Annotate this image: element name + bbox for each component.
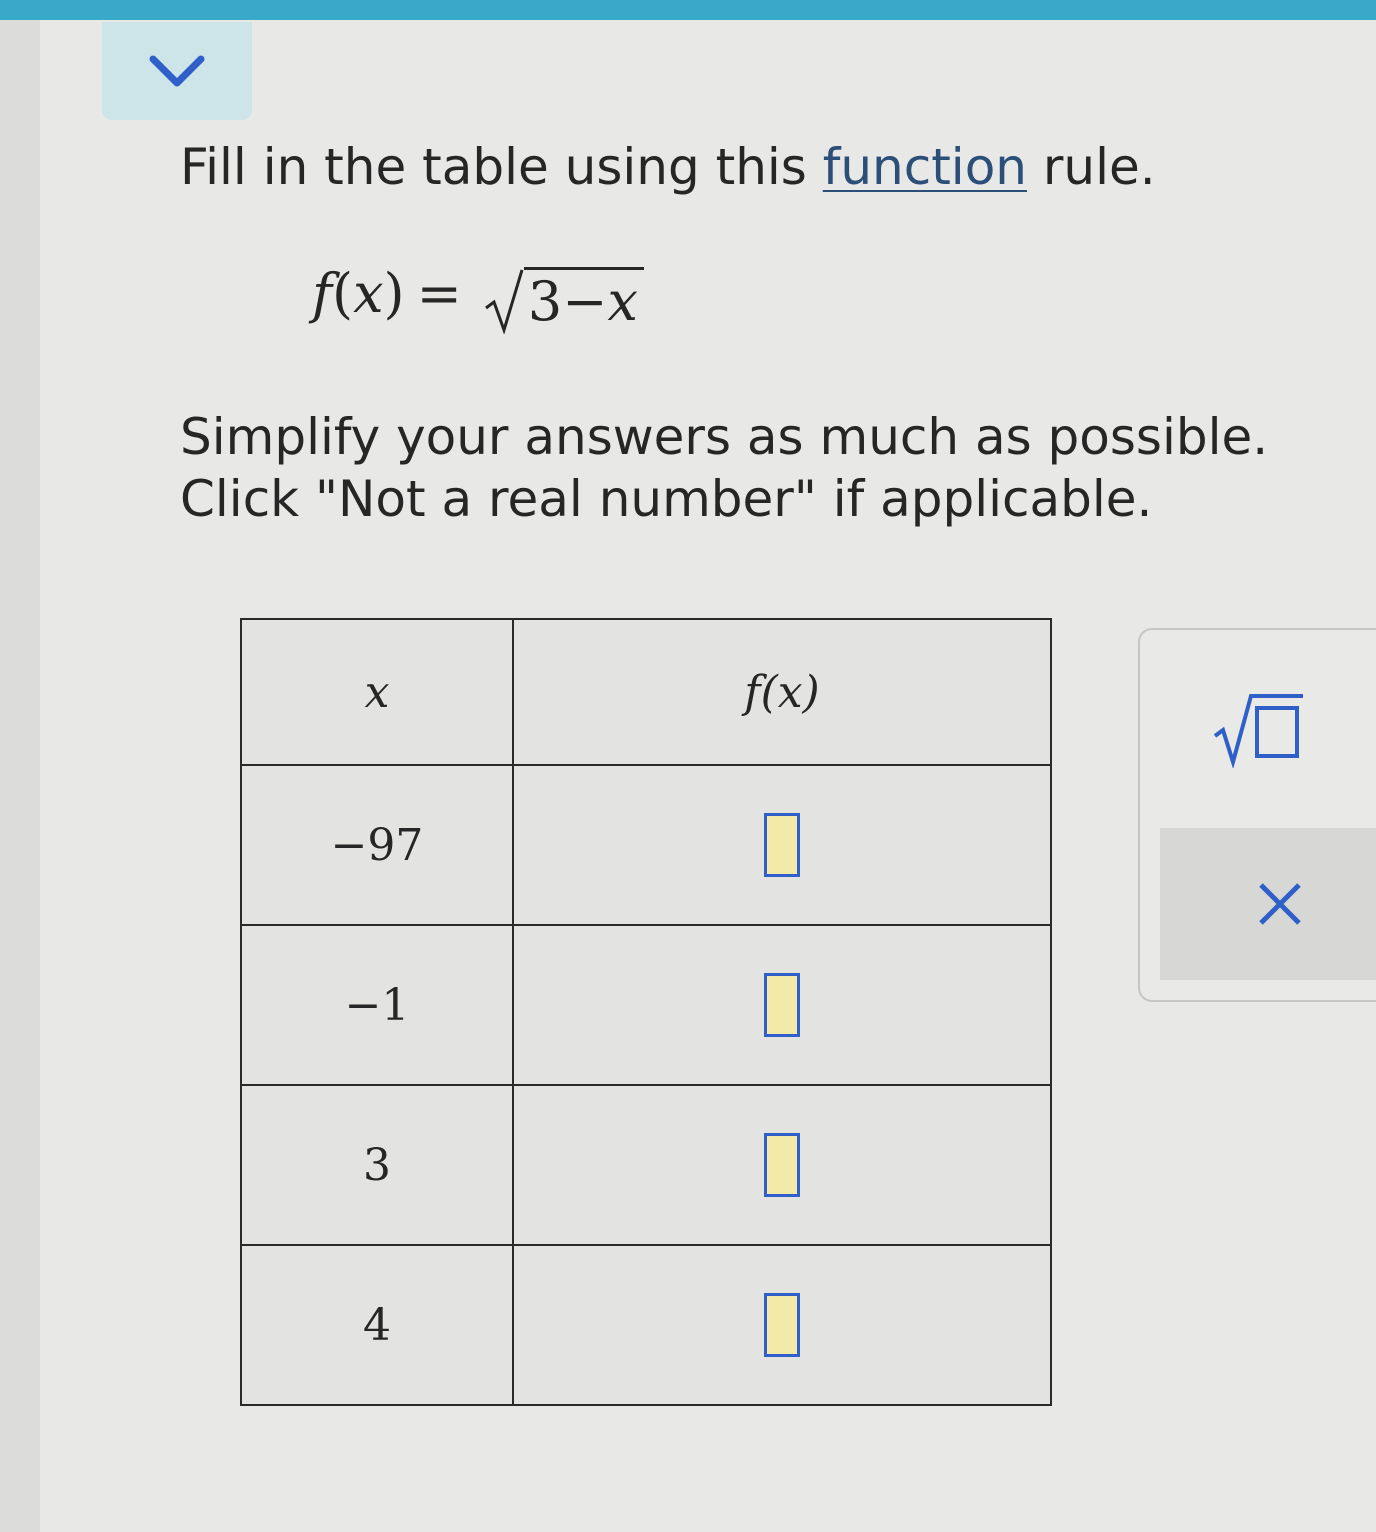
x-value-cell: 4 xyxy=(240,1244,514,1406)
chevron-down-icon xyxy=(149,55,205,87)
top-accent-bar xyxy=(0,0,1376,20)
formula-radicand: 3−x xyxy=(523,267,644,334)
square-root-template-icon xyxy=(1213,694,1303,768)
instruction-text-after: rule. xyxy=(1026,138,1156,196)
left-margin xyxy=(0,20,40,1532)
answer-cell xyxy=(512,1244,1052,1406)
table-row: 3 xyxy=(240,1084,1052,1246)
math-palette xyxy=(1138,628,1376,1002)
square-root-button[interactable] xyxy=(1140,630,1376,826)
table-row: 4 xyxy=(240,1244,1052,1406)
formula-radical: 3−x xyxy=(484,267,644,334)
instruction-line: Fill in the table using this function ru… xyxy=(180,136,1156,198)
not-real-instruction: Click "Not a real number" if applicable. xyxy=(180,470,1153,528)
column-header-fx: f(x) xyxy=(512,618,1052,766)
table-header-row: x f(x) xyxy=(240,618,1052,766)
radicand-constant: 3 xyxy=(527,270,563,333)
answer-input[interactable] xyxy=(764,1293,800,1357)
column-header-x: x xyxy=(240,618,514,766)
formula-equals: = xyxy=(416,262,462,325)
instruction-text-before: Fill in the table using this xyxy=(180,138,823,196)
function-table: x f(x) −97 −1 3 4 xyxy=(240,618,1052,1406)
formula-close-paren: ) xyxy=(383,262,405,325)
function-link[interactable]: function xyxy=(823,138,1027,196)
answer-input[interactable] xyxy=(764,1133,800,1197)
collapse-button[interactable] xyxy=(102,22,252,120)
instructions-block: Simplify your answers as much as possibl… xyxy=(180,406,1268,530)
x-value-cell: 3 xyxy=(240,1084,514,1246)
simplify-instruction: Simplify your answers as much as possibl… xyxy=(180,408,1269,466)
x-value-cell: −97 xyxy=(240,764,514,926)
close-icon xyxy=(1259,883,1301,925)
answer-cell xyxy=(512,924,1052,1086)
answer-cell xyxy=(512,1084,1052,1246)
answer-input[interactable] xyxy=(764,813,800,877)
radicand-minus: − xyxy=(562,270,608,333)
formula-open-paren: ( xyxy=(332,262,354,325)
function-rule-formula: f ( x ) = 3−x xyxy=(312,254,644,334)
radical-sign-icon xyxy=(484,269,524,334)
table-row: −97 xyxy=(240,764,1052,926)
radicand-variable: x xyxy=(607,270,638,333)
x-value-cell: −1 xyxy=(240,924,514,1086)
formula-variable: x xyxy=(353,262,384,325)
answer-input[interactable] xyxy=(764,973,800,1037)
answer-cell xyxy=(512,764,1052,926)
formula-function-name: f xyxy=(312,262,332,325)
clear-button[interactable] xyxy=(1160,828,1376,980)
table-row: −1 xyxy=(240,924,1052,1086)
